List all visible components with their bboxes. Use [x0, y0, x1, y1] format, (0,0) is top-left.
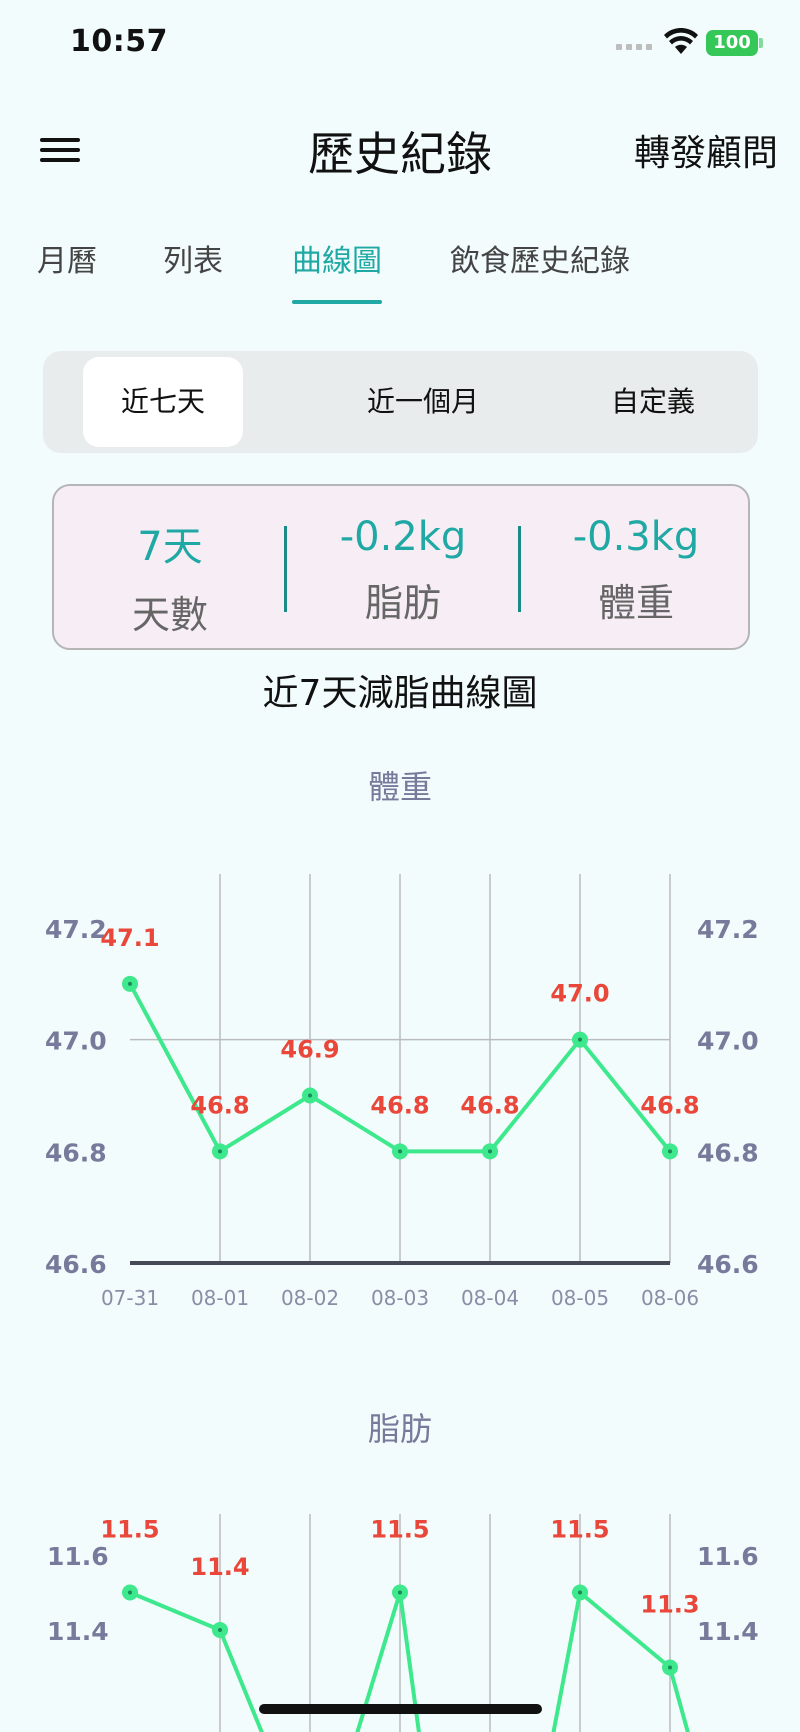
data-label: 46.8 — [370, 1091, 429, 1119]
status-time: 10:57 — [70, 24, 168, 59]
y-tick-label-right: 47.2 — [697, 915, 759, 944]
stat-days: 7天 天數 — [54, 486, 286, 639]
segment-last-7-days[interactable]: 近七天 — [83, 357, 243, 447]
wifi-icon — [664, 28, 698, 54]
home-indicator — [259, 1704, 542, 1714]
data-point-center — [668, 1149, 672, 1154]
weight-chart: 46.6 46.646.8 46.847.0 47.047.2 47.247.107-3… — [45, 874, 759, 1310]
y-tick-label-left: 46.8 — [45, 1138, 107, 1167]
chart-heading: 近7天減脂曲線圖 — [262, 673, 538, 714]
fat-chart-title: 脂肪 — [367, 1410, 432, 1448]
forward-to-advisor-button[interactable]: 轉發顧問 — [634, 124, 778, 176]
y-tick-label-right: 11.4 — [697, 1617, 759, 1646]
nav-bar: 歷史紀錄 轉發顧問 — [0, 110, 800, 190]
data-point-center — [128, 981, 132, 986]
x-tick-label: 08-04 — [461, 1286, 519, 1310]
data-point-center — [488, 1149, 492, 1154]
data-label: 47.0 — [550, 980, 609, 1008]
battery-tip — [759, 38, 763, 48]
y-tick-label-right: 11.6 — [697, 1542, 759, 1571]
data-point-center — [668, 1665, 672, 1670]
segment-last-month[interactable]: 近一個月 — [323, 357, 523, 447]
data-label: 11.4 — [190, 1553, 249, 1581]
weight-chart-title: 體重 — [367, 768, 432, 806]
x-tick-label: 08-02 — [281, 1286, 339, 1310]
data-point-center — [308, 1093, 312, 1098]
stat-days-label: 天數 — [131, 593, 208, 637]
data-label: 46.8 — [190, 1091, 249, 1119]
data-point-center — [578, 1037, 582, 1042]
data-label: 46.8 — [460, 1091, 519, 1119]
data-label: 11.3 — [640, 1591, 699, 1619]
tab-list[interactable]: 列表 — [163, 236, 223, 280]
series-line — [129, 1590, 264, 1732]
y-tick-label-left: 11.4 — [47, 1617, 109, 1646]
tab-curve-chart[interactable]: 曲線圖 — [292, 236, 382, 280]
active-tab-indicator — [292, 300, 382, 304]
data-point-center — [578, 1590, 582, 1595]
data-label: 11.5 — [100, 1516, 159, 1544]
status-bar: 10:57 100 — [0, 0, 800, 90]
data-point-center — [398, 1149, 402, 1154]
stat-weight-value: -0.3kg — [572, 514, 700, 560]
data-point-center — [128, 1590, 132, 1595]
x-tick-label: 08-03 — [371, 1286, 429, 1310]
menu-icon[interactable] — [40, 132, 80, 168]
data-label: 11.5 — [550, 1516, 609, 1544]
data-label: 46.9 — [280, 1036, 339, 1064]
period-segmented-control: 近七天 近一個月 自定義 — [43, 351, 758, 453]
y-tick-label-right: 47.0 — [697, 1027, 759, 1056]
x-tick-label: 08-06 — [641, 1286, 699, 1310]
y-tick-label-right: 46.8 — [697, 1138, 759, 1167]
battery-icon: 100 — [706, 30, 758, 56]
stat-fat-label: 脂肪 — [364, 581, 441, 625]
data-point-center — [218, 1628, 222, 1632]
data-label: 11.5 — [370, 1516, 429, 1544]
tab-bar: 月曆 列表 曲線圖 飲食歷史紀錄 — [0, 230, 800, 310]
stat-fat-value: -0.2kg — [339, 514, 467, 560]
data-label: 47.1 — [100, 924, 159, 952]
x-tick-label: 07-31 — [101, 1286, 159, 1310]
stat-weight-label: 體重 — [597, 581, 674, 625]
data-point-center — [398, 1590, 402, 1595]
y-tick-label-left: 47.2 — [45, 915, 107, 944]
tab-calendar[interactable]: 月曆 — [37, 236, 97, 280]
x-tick-label: 08-05 — [551, 1286, 609, 1310]
summary-stats-card: 7天 天數 -0.2kg 脂肪 -0.3kg 體重 — [52, 484, 750, 650]
y-tick-label-right: 46.6 — [697, 1250, 759, 1279]
data-label: 46.8 — [640, 1091, 699, 1119]
y-tick-label-left: 46.6 — [45, 1250, 107, 1279]
stat-days-value: 7天 — [137, 524, 203, 570]
cellular-signal-icon — [616, 44, 652, 50]
tab-diet-history[interactable]: 飲食歷史紀錄 — [450, 236, 630, 280]
y-tick-label-left: 47.0 — [45, 1027, 107, 1056]
x-tick-label: 08-01 — [191, 1286, 249, 1310]
segment-custom[interactable]: 自定義 — [583, 357, 723, 447]
fat-chart: 11.4 11.411.6 11.611.511.411.5 11.511.3 — [47, 1514, 759, 1732]
y-tick-label-left: 11.6 — [47, 1542, 109, 1571]
stat-weight: -0.3kg 體重 — [520, 486, 752, 627]
data-point-center — [218, 1149, 222, 1154]
stat-fat: -0.2kg 脂肪 — [287, 486, 519, 627]
